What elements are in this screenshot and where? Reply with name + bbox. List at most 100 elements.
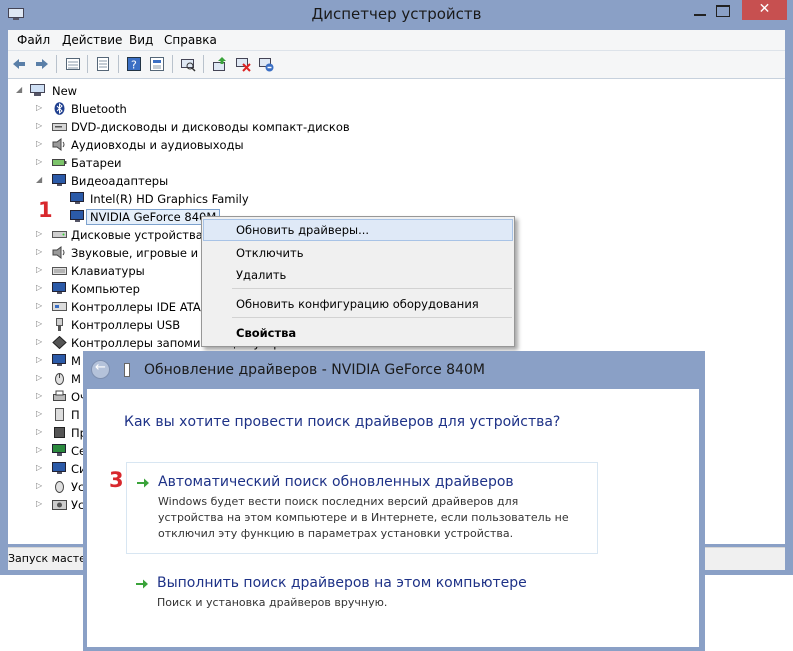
back-icon[interactable]	[11, 56, 27, 72]
minimize-button[interactable]	[693, 6, 707, 18]
expand-arrow-icon[interactable]: ▷	[36, 427, 42, 436]
battery-icon	[52, 159, 67, 166]
auto-search-title: Автоматический поиск обновленных драйвер…	[158, 474, 514, 490]
menu-separator	[232, 288, 512, 289]
uninstall-icon[interactable]	[235, 56, 251, 72]
menu-file[interactable]: Файл	[17, 33, 50, 47]
expand-arrow-icon[interactable]: ▷	[36, 373, 42, 382]
expand-arrow-icon[interactable]: ▷	[36, 481, 42, 490]
tree-item-label: Компьютер	[71, 282, 140, 296]
hid-icon	[55, 481, 64, 493]
expand-arrow-icon[interactable]: ▷	[36, 463, 42, 472]
device-icon	[55, 408, 64, 421]
expand-arrow-icon[interactable]: ▷	[36, 121, 42, 130]
menu-item-properties[interactable]: Свойства	[204, 323, 512, 343]
network-adapter-icon	[52, 444, 66, 456]
speaker-icon	[52, 138, 65, 151]
help-icon[interactable]: ?	[126, 56, 142, 72]
wizard-body: Как вы хотите провести поиск драйверов д…	[87, 389, 699, 647]
expand-arrow-icon[interactable]: ▷	[36, 499, 42, 508]
collapse-arrow-icon[interactable]: ◢	[16, 85, 22, 94]
manual-search-option[interactable]: Выполнить поиск драйверов на этом компью…	[126, 573, 596, 623]
keyboard-icon	[52, 267, 67, 275]
display-adapter-icon	[70, 192, 84, 204]
context-menu: Обновить драйверы... Отключить Удалить О…	[201, 216, 515, 347]
resources-icon[interactable]	[149, 56, 165, 72]
manual-search-description: Поиск и установка драйверов вручную.	[157, 596, 388, 609]
toolbar-separator	[56, 55, 57, 73]
tree-root-label: New	[52, 84, 78, 98]
menu-item-update-driver[interactable]: Обновить драйверы...	[203, 219, 513, 241]
tree-item-label: Контроллеры USB	[71, 318, 181, 332]
menu-action[interactable]: Действие	[62, 33, 122, 47]
tree-item-label: М	[71, 372, 81, 386]
display-adapter-icon	[52, 174, 66, 186]
menu-item-label: Свойства	[236, 326, 297, 340]
scan-icon[interactable]	[180, 56, 196, 72]
step-marker-1: 1	[38, 198, 53, 222]
expand-arrow-icon[interactable]: ▷	[36, 139, 42, 148]
expand-arrow-icon[interactable]: ▷	[36, 157, 42, 166]
bluetooth-icon	[54, 102, 65, 115]
forward-icon[interactable]	[34, 56, 50, 72]
tree-item-label: П	[71, 408, 80, 422]
wizard-question: Как вы хотите провести поиск драйверов д…	[124, 414, 561, 430]
processor-icon	[54, 427, 65, 438]
back-arrow-icon[interactable]	[91, 360, 110, 379]
toolbar-separator	[87, 55, 88, 73]
tree-item-label: М	[71, 354, 81, 368]
expand-arrow-icon[interactable]: ▷	[36, 103, 42, 112]
menu-item-label: Обновить драйверы...	[236, 223, 370, 237]
auto-search-description: Windows будет вести поиск последних верс…	[158, 495, 569, 540]
expand-arrow-icon[interactable]: ▷	[36, 355, 42, 364]
expand-arrow-icon[interactable]: ▷	[36, 445, 42, 454]
toolbar-separator	[172, 55, 173, 73]
update-driver-icon[interactable]	[212, 56, 228, 72]
expand-arrow-icon[interactable]: ▷	[36, 229, 42, 238]
expand-arrow-icon[interactable]: ▷	[36, 337, 42, 346]
imaging-icon	[52, 500, 67, 510]
tree-item-label: Батареи	[71, 156, 122, 170]
expand-arrow-icon[interactable]: ▷	[36, 391, 42, 400]
disable-icon[interactable]	[258, 56, 274, 72]
menu-item-scan-hardware[interactable]: Обновить конфигурацию оборудования	[204, 294, 512, 314]
expand-arrow-icon[interactable]: ▷	[36, 247, 42, 256]
properties-icon[interactable]	[65, 56, 81, 72]
maximize-button[interactable]	[716, 5, 730, 17]
menu-bar: Файл Действие Вид Справка	[8, 30, 785, 51]
svg-text:?: ?	[131, 59, 137, 72]
wizard-title: Обновление драйверов - NVIDIA GeForce 84…	[144, 362, 485, 378]
expand-arrow-icon[interactable]: ▷	[36, 301, 42, 310]
computer-icon	[52, 282, 66, 294]
menu-item-label: Удалить	[236, 268, 287, 282]
collapse-arrow-icon[interactable]: ◢	[36, 175, 42, 184]
controller-icon	[52, 302, 67, 311]
expand-arrow-icon[interactable]: ▷	[36, 283, 42, 292]
close-button[interactable]: ✕	[742, 0, 787, 20]
wizard-title-bar: Обновление драйверов - NVIDIA GeForce 84…	[83, 351, 705, 389]
tree-item-label: Дисковые устройства	[71, 228, 203, 242]
expand-arrow-icon[interactable]: ▷	[36, 319, 42, 328]
green-arrow-icon	[136, 579, 148, 589]
tree-item-label: DVD-дисководы и дисководы компакт-дисков	[71, 120, 350, 134]
expand-arrow-icon[interactable]: ▷	[36, 265, 42, 274]
tree-item-label: Intel(R) HD Graphics Family	[90, 192, 249, 206]
menu-item-uninstall[interactable]: Удалить	[204, 265, 512, 285]
view-icon[interactable]	[95, 56, 111, 72]
expand-arrow-icon[interactable]: ▷	[36, 409, 42, 418]
update-driver-wizard: Обновление драйверов - NVIDIA GeForce 84…	[83, 351, 705, 651]
tree-item-label: NVIDIA GeForce 840M	[85, 209, 221, 225]
menu-item-disable[interactable]: Отключить	[204, 243, 512, 263]
tree-item-label: Bluetooth	[71, 102, 127, 116]
mouse-icon	[55, 373, 64, 385]
window-title: Диспетчер устройств	[311, 5, 482, 23]
menu-view[interactable]: Вид	[129, 33, 153, 47]
speaker-icon	[52, 246, 65, 259]
auto-search-option[interactable]: Автоматический поиск обновленных драйвер…	[126, 462, 598, 554]
menu-item-label: Обновить конфигурацию оборудования	[236, 297, 479, 311]
usb-icon	[56, 318, 63, 331]
toolbar: ?	[8, 51, 785, 79]
tree-item-label: Контроллеры IDE ATA/A	[71, 300, 213, 314]
print-queue-icon	[53, 390, 66, 401]
menu-help[interactable]: Справка	[164, 33, 217, 47]
